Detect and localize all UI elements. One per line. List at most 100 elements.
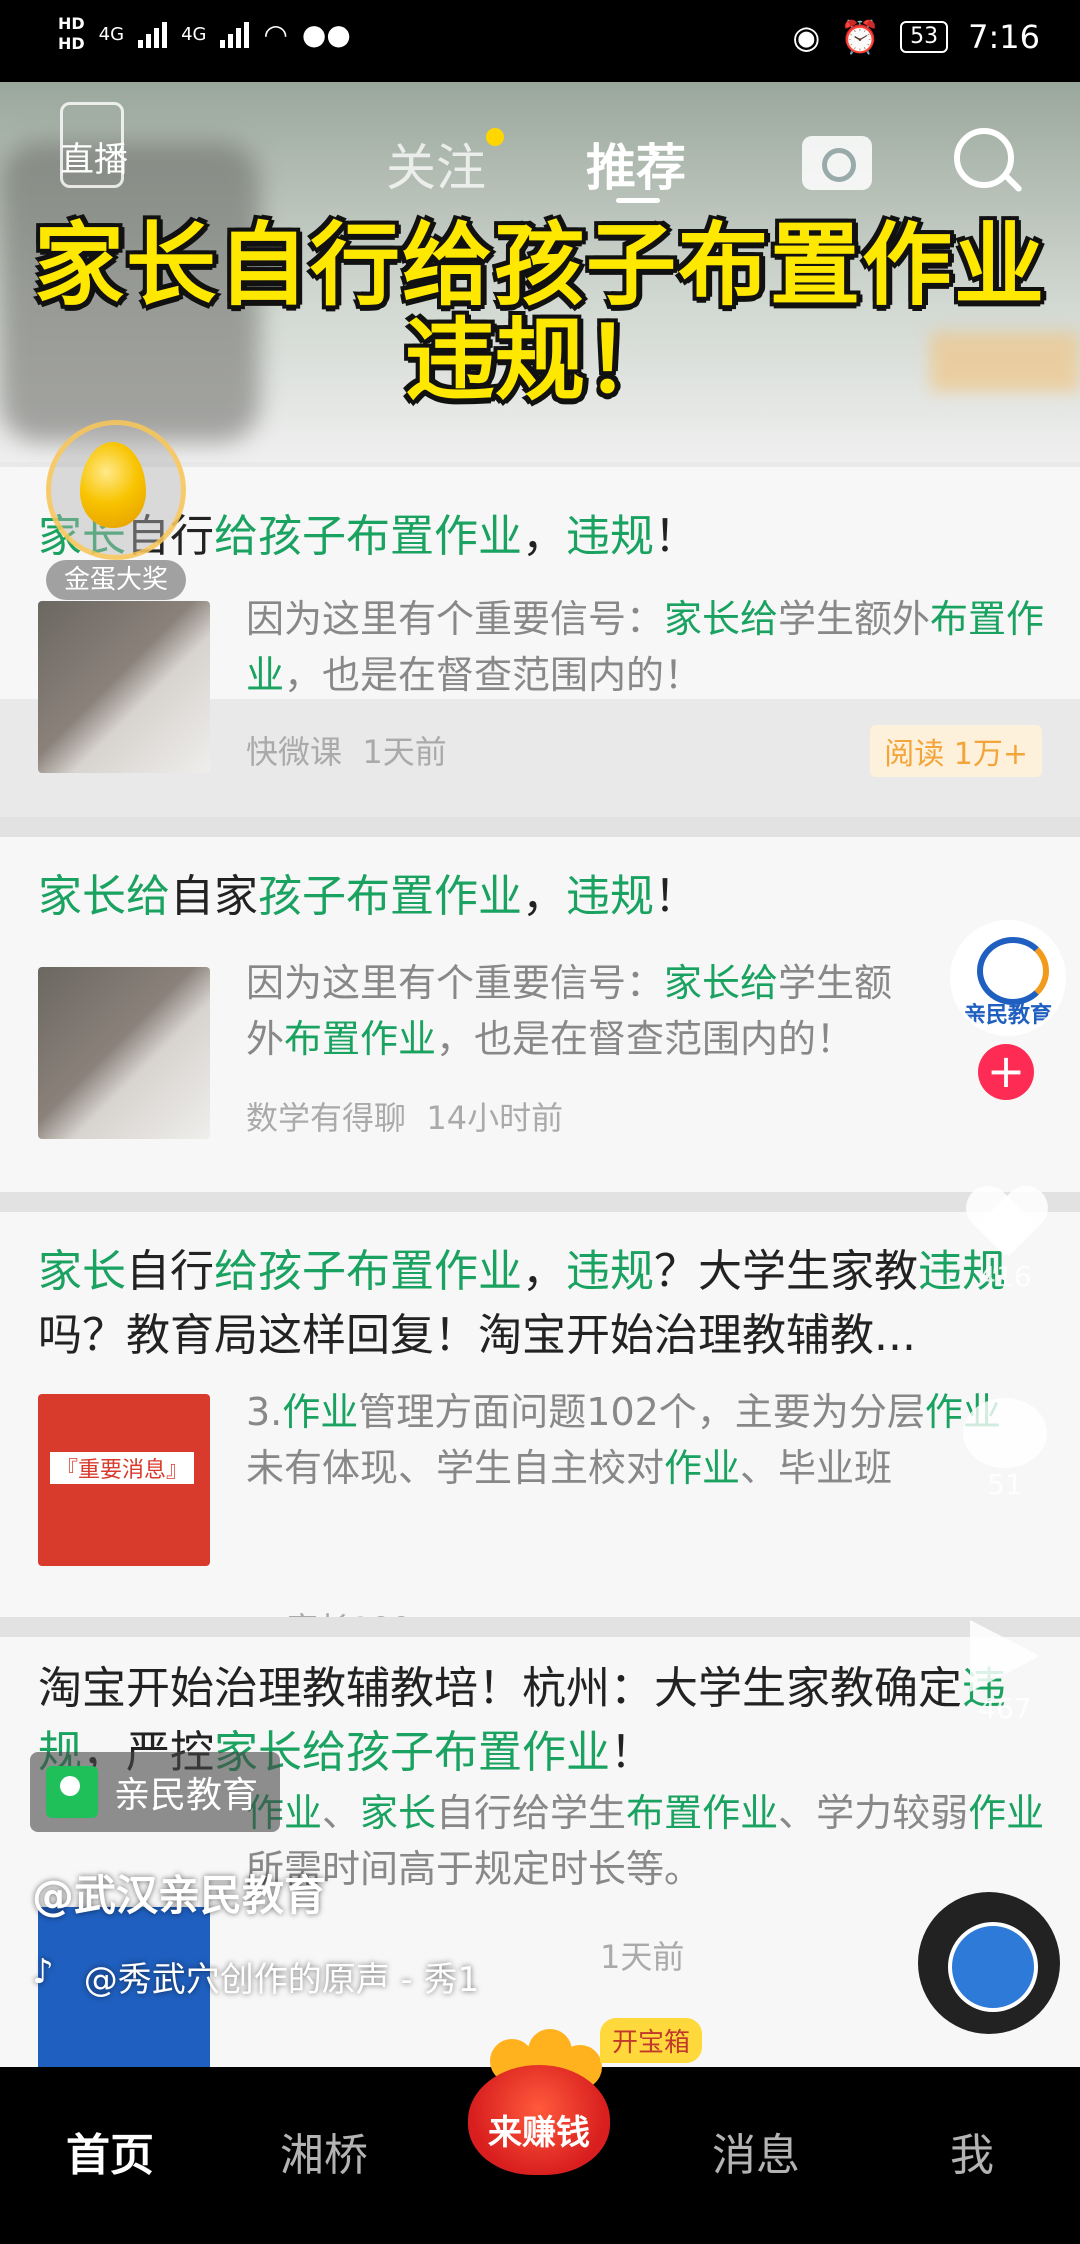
camera-icon[interactable] [802,136,872,190]
music-title: @秀武穴创作的原声 - 秀1 [83,1960,480,2000]
location-label: 亲民教育 [114,1775,259,1816]
top-nav: 直播 关注 推荐 [0,88,1080,203]
title-part: ？大学生家教 [654,1246,918,1297]
title-part: 自家 [170,871,258,922]
title-part: 孩子布置作业 [258,871,522,922]
comment-button[interactable]: 51 [950,1398,1060,1501]
snippet-part: 因为这里有个重要信号： [246,597,665,641]
snippet-part: 、学力较弱 [778,1791,969,1835]
card-snippet: 3.作业管理方面问题102个，主要为分层作业未有体现、学生自主校对作业、毕业班 [246,1384,1026,1496]
card-time: 1天前 [600,1938,685,1976]
nav-home[interactable]: 首页 [66,2119,154,2183]
card-title: 家长给自家孩子布置作业，违规！ [38,865,1038,929]
snippet-part: 布 [284,1017,323,1061]
like-count: 416 [978,1260,1032,1293]
tv-icon [60,102,124,188]
snippet-part: 置作业 [322,1017,437,1061]
share-button[interactable]: 467 [950,1620,1060,1725]
author-avatar[interactable]: 亲民教育 [950,920,1066,1036]
network-type-1: 4G [98,23,125,45]
wifi-icon: ◠ [263,17,288,51]
clock: 7:16 [968,18,1040,56]
search-icon[interactable] [954,128,1014,188]
golden-egg-widget[interactable]: 金蛋大奖 [46,420,186,620]
snippet-part: 家长给 [664,597,779,641]
card-source: 快微课 [246,733,343,771]
status-left: HD HD 4G 4G ◠ ●● [58,14,351,54]
like-button[interactable]: 416 [950,1188,1060,1293]
earn-money-button[interactable]: 来赚钱 [468,2005,610,2185]
tab-recommend[interactable]: 推荐 [586,128,686,203]
title-part: 给孩子布置作业 [214,511,522,562]
tab-recommend-label: 推荐 [586,139,686,197]
nav-xiangqiao[interactable]: 湘桥 [280,2119,368,2183]
title-part: ， [522,871,566,922]
tab-follow-label: 关注 [386,139,486,197]
title-part: 吗？教育局这样回复！淘宝开始治理教辅教... [38,1310,916,1361]
signal-icon [138,20,168,48]
card-time: 1天前 [362,733,447,771]
thumbnail-label: 『重要消息』 [50,1452,195,1484]
author-name[interactable]: @武汉亲民教育 [32,1862,326,1923]
music-info[interactable]: ♪ @秀武穴创作的原声 - 秀1 [32,1952,479,2001]
title-part: 违规 [566,871,654,922]
music-disc[interactable] [918,1892,1060,2034]
card-title: 家长自行给孩子布置作业，违规？大学生家教违规吗？教育局这样回复！淘宝开始治理教辅… [38,1240,1028,1368]
egg-label: 金蛋大奖 [46,560,186,600]
active-tab-indicator [616,198,660,203]
snippet-part: 学生额外 [778,597,931,641]
snippet-part: 家长给 [664,961,779,1005]
tab-follow[interactable]: 关注 [386,128,504,200]
snippet-part: 作业 [968,1791,1045,1835]
card-thumbnail: 『重要消息』 [38,1394,210,1566]
card-snippet: 作业、家长自行给学生布置作业、学力较弱作业所需时间高于规定时长等。 [246,1785,1046,1897]
alarm-icon: ⏰ [840,18,881,56]
snippet-part: 3. [246,1390,283,1434]
hd-indicator: HD HD [58,14,85,54]
follow-plus-button[interactable]: + [978,1044,1034,1100]
snippet-part: 布置作业 [626,1791,779,1835]
live-button[interactable]: 直播 [60,102,128,188]
read-count-badge: 阅读 1万+ [870,725,1042,777]
disc-cover-icon [948,1922,1038,2012]
nav-me[interactable]: 我 [950,2119,994,2183]
article-card-4: 淘宝开始治理教辅教培！杭州：大学生家教确定违规，严控家长给孩子布置作业！ 作业、… [0,1637,1080,2067]
card-divider [0,1617,1080,1637]
earn-label: 来赚钱 [488,2113,590,2153]
headline-line2: 违规！ [405,308,675,413]
location-tag[interactable]: 亲民教育 [30,1752,281,1832]
share-icon [970,1620,1040,1692]
snippet-part: ，也是在督查范围内的！ [436,1017,855,1061]
network-type-2: 4G [181,23,207,45]
snippet-part: 因为这里有个重要信号： [246,961,665,1005]
card-meta: 数学有得聊 14小时前 [246,1093,563,1139]
snippet-part: 未有体现、学生自主校对 [246,1446,665,1490]
hd2-label: HD [58,34,85,53]
snippet-part: 作业 [664,1446,741,1490]
signal-icon-2 [220,20,250,48]
title-part: 自行 [126,1246,214,1297]
snippet-part: 、毕业班 [740,1446,893,1490]
logo-icon [977,937,1049,1005]
title-part: ！ [610,1727,654,1778]
nav-messages[interactable]: 消息 [712,2119,800,2183]
snippet-part: 家长 [360,1791,437,1835]
title-part: 违规 [566,1246,654,1297]
title-part: ， [522,511,566,562]
status-right: ◉ ⏰ 53 7:16 [792,18,1040,56]
snippet-part: 管理方面问题102个，主要为分层 [358,1390,925,1434]
wechat-icon: ●● [301,17,351,51]
comment-icon [963,1398,1047,1468]
location-pin-icon [46,1766,98,1818]
title-part: 违规 [566,511,654,562]
eye-icon: ◉ [792,18,821,56]
share-count: 467 [978,1692,1032,1725]
card-time: 14小时前 [426,1099,564,1137]
card-meta: 快微课 1天前 [246,727,447,773]
heart-icon [965,1188,1045,1260]
title-part: 家长给 [38,871,170,922]
battery-icon: 53 [900,21,949,53]
article-card-1-body: 因为这里有个重要信号：家长给学生额外布置作业，也是在督查范围内的！ 快微课 1天… [0,587,1080,812]
avatar-logo-text: 亲民教育 [963,1003,1052,1028]
open-chest-badge[interactable]: 开宝箱 [600,2018,703,2063]
